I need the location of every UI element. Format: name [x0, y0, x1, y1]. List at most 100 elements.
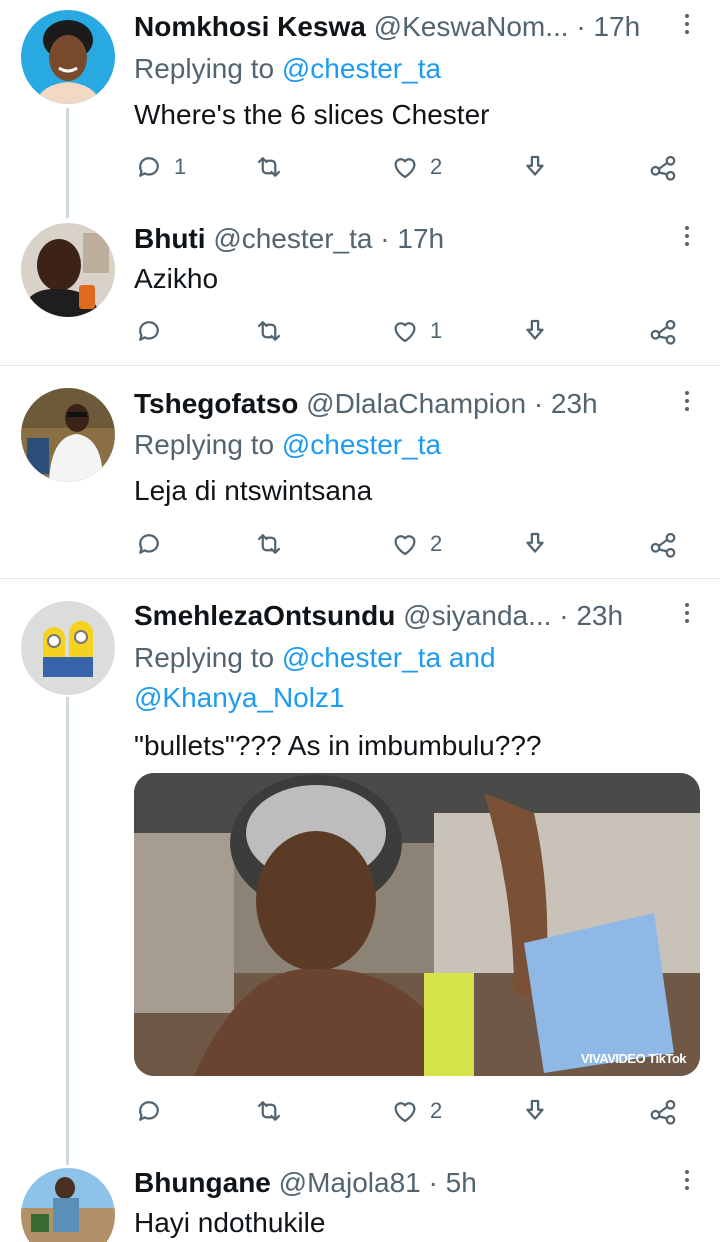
- tweet-actions: 2: [134, 527, 694, 561]
- tweet-header: Nomkhosi Keswa @KeswaNom... · 17h: [134, 10, 676, 44]
- mention-link[interactable]: @Khanya_Nolz1: [134, 682, 345, 713]
- tweet-header: Bhungane @Majola81 · 5h: [134, 1166, 676, 1200]
- share-icon: [650, 155, 676, 181]
- more-icon[interactable]: [682, 14, 692, 38]
- more-icon[interactable]: [682, 391, 692, 415]
- user-handle[interactable]: @KeswaNom...: [374, 11, 569, 42]
- tweet-text: Azikho: [134, 263, 219, 294]
- timestamp[interactable]: · 23h: [559, 600, 623, 631]
- share-icon: [650, 532, 676, 558]
- display-name[interactable]: Tshegofatso: [134, 388, 298, 419]
- retweet-button[interactable]: [254, 527, 294, 561]
- divider: [0, 365, 720, 366]
- share-button[interactable]: [648, 1094, 678, 1128]
- share-icon: [650, 1099, 676, 1125]
- replying-to: Replying to @chester_ta and: [134, 641, 496, 675]
- download-icon: [526, 532, 544, 553]
- download-icon: [526, 319, 544, 340]
- tweet-header: Bhuti @chester_ta · 17h: [134, 222, 676, 256]
- like-count: 2: [430, 531, 443, 556]
- more-icon[interactable]: [682, 226, 692, 250]
- avatar[interactable]: [21, 388, 115, 482]
- retweet-icon: [257, 1101, 281, 1121]
- reply-button[interactable]: [134, 527, 174, 561]
- timestamp[interactable]: · 23h: [534, 388, 598, 419]
- media-watermark: VIVAVIDEO TikTok: [580, 1051, 687, 1066]
- like-button[interactable]: 2: [390, 1094, 442, 1128]
- display-name[interactable]: Nomkhosi Keswa: [134, 11, 366, 42]
- user-handle[interactable]: @chester_ta: [213, 223, 372, 254]
- like-count: 2: [430, 154, 443, 179]
- tweet-actions: 1: [134, 314, 694, 348]
- reply-icon: [139, 157, 159, 177]
- replying-joiner: and: [448, 642, 496, 673]
- tweet-text: Where's the 6 slices Chester: [134, 99, 490, 130]
- download-button[interactable]: [520, 314, 550, 348]
- retweet-button[interactable]: [254, 314, 294, 348]
- tweet-text: Leja di ntswintsana: [134, 475, 373, 506]
- user-handle[interactable]: @siyanda...: [403, 600, 551, 631]
- replying-to-label: Replying to: [134, 53, 275, 84]
- download-button[interactable]: [520, 527, 550, 561]
- replying-to-label: Replying to: [134, 642, 275, 673]
- like-count: 1: [430, 318, 443, 343]
- like-button[interactable]: 2: [390, 150, 442, 184]
- tweet-actions: 1 2: [134, 150, 694, 184]
- timestamp[interactable]: · 5h: [429, 1167, 477, 1198]
- display-name[interactable]: SmehlezaOntsundu: [134, 600, 395, 631]
- timestamp[interactable]: · 17h: [576, 11, 640, 42]
- like-button[interactable]: 2: [390, 527, 442, 561]
- retweet-icon: [257, 321, 281, 341]
- reply-icon: [139, 534, 159, 554]
- display-name[interactable]: Bhungane: [134, 1167, 271, 1198]
- more-icon[interactable]: [682, 603, 692, 627]
- like-button[interactable]: 1: [390, 314, 442, 348]
- more-icon[interactable]: [682, 1170, 692, 1194]
- download-icon: [526, 155, 544, 176]
- retweet-icon: [257, 157, 281, 177]
- reply-button[interactable]: 1: [134, 150, 186, 184]
- display-name[interactable]: Bhuti: [134, 223, 206, 254]
- mention-link[interactable]: @chester_ta: [282, 642, 441, 673]
- tweet-nomkhosi[interactable]: Nomkhosi Keswa @KeswaNom... · 17h Replyi…: [0, 0, 720, 200]
- tweet-media-image[interactable]: VIVAVIDEO TikTok: [134, 773, 700, 1076]
- share-button[interactable]: [648, 314, 678, 348]
- retweet-button[interactable]: [254, 150, 294, 184]
- download-button[interactable]: [520, 1094, 550, 1128]
- reply-icon: [139, 321, 159, 341]
- tweet-header: SmehlezaOntsundu @siyanda... · 23h: [134, 599, 676, 633]
- avatar[interactable]: [21, 223, 115, 317]
- avatar[interactable]: [21, 10, 115, 104]
- reply-button[interactable]: [134, 1094, 174, 1128]
- reply-count: 1: [174, 154, 187, 179]
- heart-icon: [394, 535, 416, 556]
- mention-link[interactable]: @chester_ta: [282, 429, 441, 460]
- thread-line: [66, 108, 69, 218]
- share-button[interactable]: [648, 527, 678, 561]
- replying-to: Replying to @chester_ta: [134, 52, 441, 86]
- tweet-bhungane[interactable]: Bhungane @Majola81 · 5h Hayi ndothukile: [0, 1164, 720, 1242]
- avatar[interactable]: [21, 601, 115, 695]
- tweet-tshegofatso[interactable]: Tshegofatso @DlalaChampion · 23h Replyin…: [0, 376, 720, 576]
- tweet-text: "bullets"??? As in imbumbulu???: [134, 730, 542, 761]
- reply-button[interactable]: [134, 314, 174, 348]
- heart-icon: [394, 158, 416, 179]
- replying-to-continued: @Khanya_Nolz1: [134, 681, 345, 715]
- mention-link[interactable]: @chester_ta: [282, 53, 441, 84]
- user-handle[interactable]: @DlalaChampion: [306, 388, 526, 419]
- timestamp[interactable]: · 17h: [380, 223, 444, 254]
- user-handle[interactable]: @Majola81: [279, 1167, 421, 1198]
- download-button[interactable]: [520, 150, 550, 184]
- download-icon: [526, 1099, 544, 1120]
- replying-to-label: Replying to: [134, 429, 275, 460]
- like-count: 2: [430, 1098, 443, 1123]
- share-button[interactable]: [648, 150, 678, 184]
- tweet-bhuti[interactable]: Bhuti @chester_ta · 17h Azikho 1: [0, 210, 720, 365]
- tweet-header: Tshegofatso @DlalaChampion · 23h: [134, 387, 676, 421]
- retweet-button[interactable]: [254, 1094, 294, 1128]
- avatar[interactable]: [21, 1168, 115, 1242]
- reply-icon: [139, 1101, 159, 1121]
- thread-line: [66, 697, 69, 1165]
- heart-icon: [394, 322, 416, 343]
- heart-icon: [394, 1102, 416, 1123]
